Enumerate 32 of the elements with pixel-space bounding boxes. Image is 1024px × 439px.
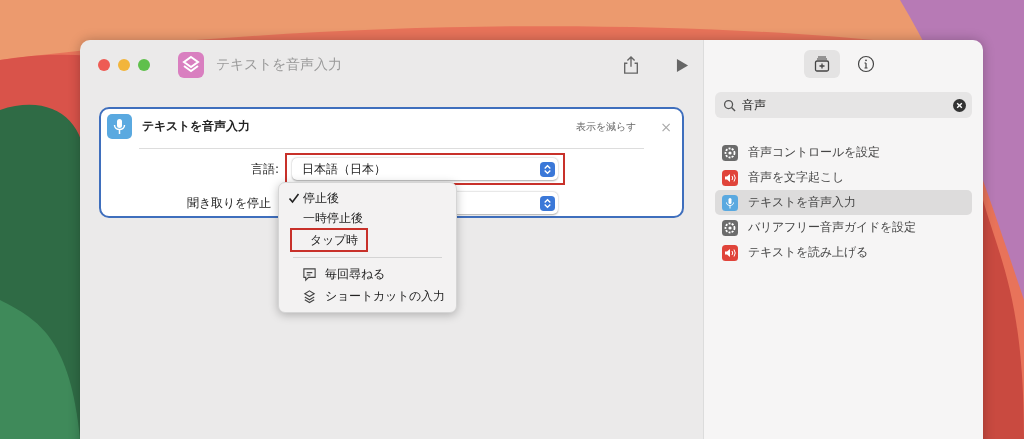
search-icon bbox=[723, 98, 736, 112]
clear-icon[interactable] bbox=[953, 98, 966, 112]
menu-item[interactable]: タップ時 bbox=[290, 228, 368, 252]
show-less-button[interactable]: 表示を減らす bbox=[576, 119, 637, 134]
action-list-item[interactable]: テキストを読み上げる bbox=[715, 240, 972, 265]
menu-item[interactable]: 停止後 bbox=[285, 188, 342, 208]
menu-item[interactable]: 一時停止後 bbox=[285, 208, 366, 228]
field-label: 言語: bbox=[249, 160, 280, 178]
menu-item[interactable]: 毎回尋ねる bbox=[325, 265, 385, 283]
microphone-icon bbox=[107, 114, 132, 139]
window-title: テキストを音声入力 bbox=[216, 56, 342, 74]
stepper-icon bbox=[540, 195, 555, 211]
action-list-item[interactable]: バリアフリー音声ガイドを設定 bbox=[715, 215, 972, 240]
menu-item[interactable]: ショートカットの入力 bbox=[325, 287, 445, 305]
library-icon bbox=[812, 55, 831, 73]
action-list-item[interactable]: テキストを音声入力 bbox=[715, 190, 972, 215]
layers-icon bbox=[178, 52, 204, 78]
close-window-button[interactable] bbox=[98, 59, 110, 71]
share-icon[interactable] bbox=[622, 55, 640, 75]
action-title: テキストを音声入力 bbox=[142, 118, 250, 135]
checkmark-icon bbox=[288, 192, 300, 204]
layers-icon bbox=[302, 288, 317, 304]
info-icon bbox=[856, 55, 875, 73]
speech-bubble-icon bbox=[302, 266, 317, 282]
popup-button[interactable]: 日本語（日本） bbox=[292, 158, 558, 180]
stepper-icon bbox=[540, 161, 555, 177]
library-tab[interactable] bbox=[803, 50, 840, 78]
play-icon[interactable] bbox=[676, 57, 689, 73]
field-label: 聞き取りを停止 bbox=[186, 194, 272, 212]
search-field[interactable]: 音声 bbox=[715, 92, 972, 118]
action-list-item[interactable]: 音声コントロールを設定 bbox=[715, 140, 972, 165]
action-list-item[interactable]: 音声を文字起こし bbox=[715, 165, 972, 190]
